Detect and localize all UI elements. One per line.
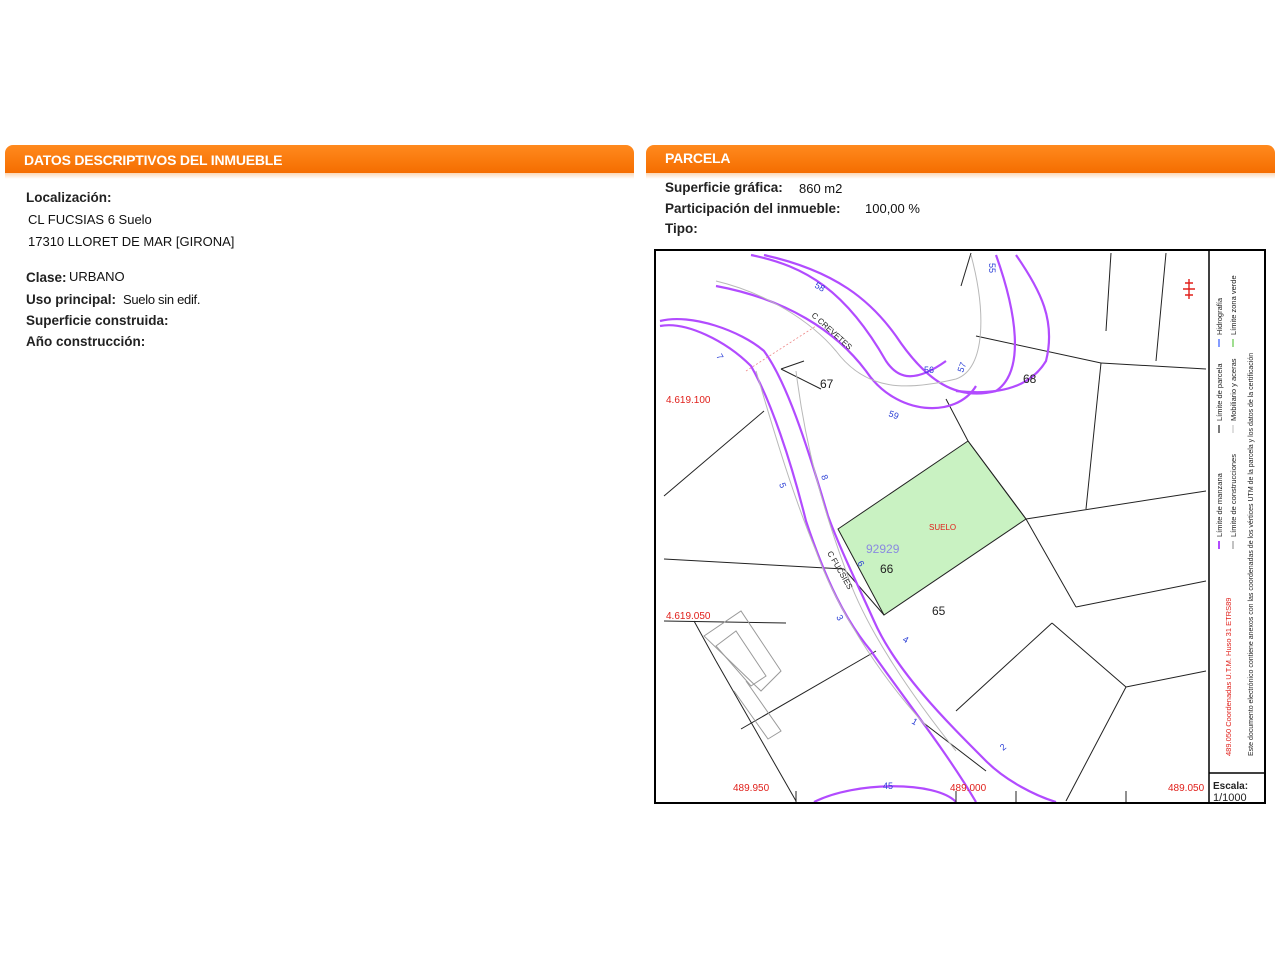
superficie-grafica-value: 860 m2 <box>799 181 843 196</box>
tipo-label: Tipo: <box>665 221 698 236</box>
clase-value: URBANO <box>69 269 125 284</box>
cadastral-map: 67 68 66 65 92929 SUELO C CREVETES C FUC… <box>654 249 1266 804</box>
parcel-number: 65 <box>932 604 946 618</box>
superficie-grafica-label: Superficie gráfica: <box>665 180 783 195</box>
house-number: 45 <box>883 781 893 791</box>
scale-label: Escala: <box>1213 781 1248 792</box>
legend-limite-manzana: Límite de manzana <box>1215 472 1224 537</box>
legend-limite-construcciones: Límite de construcciones <box>1229 454 1238 537</box>
participacion-label: Participación del inmueble: <box>665 201 841 216</box>
coord-y-label: 4.619.050 <box>666 611 711 622</box>
address-line-1: CL FUCSIAS 6 Suelo <box>28 212 152 227</box>
parcel-number: 68 <box>1023 372 1037 386</box>
coord-x-label: 489.950 <box>733 783 770 794</box>
localizacion-label: Localización: <box>26 190 112 205</box>
parcela-title: PARCELA <box>665 150 731 166</box>
parcel-number: 67 <box>820 377 834 391</box>
legend-zona-verde: Límite zona verde <box>1229 275 1238 335</box>
legend-mobiliario: Mobiliario y aceras <box>1229 358 1238 421</box>
datos-descriptivos-header: DATOS DESCRIPTIVOS DEL INMUEBLE <box>5 145 634 179</box>
house-number: 56 <box>924 365 934 375</box>
legend-coords-note: 489.050 Coordenadas U.T.M. Huso 31 ETRS8… <box>1224 598 1233 756</box>
legend-hidrografia: Hidrografía <box>1215 297 1224 335</box>
address-line-2: 17310 LLORET DE MAR [GIRONA] <box>28 234 235 249</box>
uso-principal-value: Suelo sin edif. <box>123 292 201 307</box>
legend-limite-parcela: Límite de parcela <box>1215 363 1224 421</box>
selected-parcel-ref: 92929 <box>866 542 900 556</box>
participacion-value: 100,00 % <box>865 201 920 216</box>
coord-x-label: 489.000 <box>950 783 987 794</box>
selected-parcel-label: SUELO <box>929 523 956 532</box>
cadastral-map-svg: 67 68 66 65 92929 SUELO C CREVETES C FUC… <box>656 251 1264 802</box>
parcel-number: 66 <box>880 562 894 576</box>
coord-x-label: 489.050 <box>1168 783 1205 794</box>
datos-descriptivos-title: DATOS DESCRIPTIVOS DEL INMUEBLE <box>24 152 283 168</box>
scale-value: 1/1000 <box>1213 792 1247 802</box>
parcela-header: PARCELA <box>646 145 1275 179</box>
legend-document-note: Este documento electrónico contiene anex… <box>1248 353 1255 756</box>
anio-construccion-label: Año construcción: <box>26 334 146 349</box>
house-number: 55 <box>987 263 997 273</box>
clase-label: Clase: <box>26 270 67 285</box>
coord-y-label: 4.619.100 <box>666 395 711 406</box>
uso-principal-label: Uso principal: <box>26 292 117 307</box>
superficie-construida-label: Superficie construida: <box>26 313 169 328</box>
